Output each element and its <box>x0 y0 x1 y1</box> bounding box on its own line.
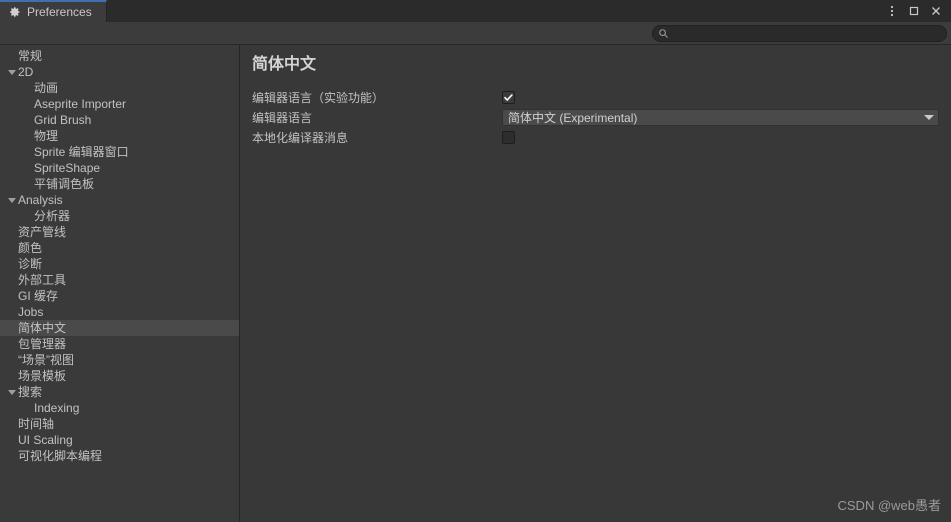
sidebar-item[interactable]: 时间轴 <box>0 416 239 432</box>
sidebar-item[interactable]: UI Scaling <box>0 432 239 448</box>
sidebar-item[interactable]: 可视化脚本编程 <box>0 448 239 464</box>
sidebar-item[interactable]: 包管理器 <box>0 336 239 352</box>
sidebar-item[interactable]: Indexing <box>0 400 239 416</box>
sidebar-item-label: 平铺调色板 <box>34 177 95 191</box>
sidebar-item-label: 简体中文 <box>18 321 67 335</box>
sidebar-item-label: Grid Brush <box>34 113 92 127</box>
tab-preferences[interactable]: Preferences <box>0 0 107 22</box>
sidebar-item-label: “场景”视图 <box>18 353 74 367</box>
sidebar-item[interactable]: SpriteShape <box>0 160 239 176</box>
chevron-down-icon[interactable] <box>7 64 17 80</box>
sidebar-item[interactable]: 外部工具 <box>0 272 239 288</box>
page-title: 简体中文 <box>252 56 317 73</box>
sidebar-item-label: 包管理器 <box>18 337 67 351</box>
sidebar-item[interactable]: 资产管线 <box>0 224 239 240</box>
sidebar-item[interactable]: 2D <box>0 64 239 80</box>
sidebar-item-label: 常规 <box>18 49 43 63</box>
sidebar-item[interactable]: “场景”视图 <box>0 352 239 368</box>
sidebar-item[interactable]: 场景模板 <box>0 368 239 384</box>
title-bar: Preferences <box>0 0 951 22</box>
search-input[interactable] <box>671 26 946 40</box>
chevron-down-icon <box>924 114 934 120</box>
search-icon <box>658 28 669 39</box>
sidebar-item[interactable]: 常规 <box>0 48 239 64</box>
sidebar-item-label: 场景模板 <box>18 369 67 383</box>
more-options-icon[interactable] <box>881 0 903 22</box>
sidebar-item-label: 时间轴 <box>18 417 55 431</box>
sidebar-item[interactable]: GI 缓存 <box>0 288 239 304</box>
sidebar-item-label: 搜索 <box>18 385 43 399</box>
toolbar <box>0 22 951 45</box>
checkbox[interactable] <box>502 130 515 144</box>
sidebar-item[interactable]: 动画 <box>0 80 239 96</box>
sidebar-item[interactable]: 简体中文 <box>0 320 239 336</box>
close-icon[interactable] <box>925 0 947 22</box>
dropdown-value: 简体中文 (Experimental) <box>508 110 638 125</box>
sidebar-item-label: UI Scaling <box>18 433 73 447</box>
preference-label: 编辑器语言 <box>252 110 313 125</box>
sidebar-item-label: Analysis <box>18 193 63 207</box>
gear-icon <box>9 6 21 18</box>
sidebar-item-label: 可视化脚本编程 <box>18 449 103 463</box>
sidebar-item-label: 外部工具 <box>18 273 67 287</box>
preference-row: 编辑器语言 简体中文 (Experimental) <box>252 107 939 127</box>
preference-field: 简体中文 (Experimental) <box>502 108 939 126</box>
sidebar-item-label: Aseprite Importer <box>34 97 127 111</box>
watermark: CSDN @web愚者 <box>837 498 942 513</box>
tab-label: Preferences <box>27 5 92 19</box>
sidebar-item[interactable]: 平铺调色板 <box>0 176 239 192</box>
preference-label: 编辑器语言（实验功能） <box>252 90 385 105</box>
sidebar-item-label: 分析器 <box>34 209 71 223</box>
sidebar-item[interactable]: Grid Brush <box>0 112 239 128</box>
preference-row: 编辑器语言（实验功能） <box>252 87 939 107</box>
sidebar-item-label: 诊断 <box>18 257 43 271</box>
sidebar-item-label: 物理 <box>34 129 59 143</box>
sidebar-item-label: 资产管线 <box>18 225 67 239</box>
sidebar-item[interactable]: 物理 <box>0 128 239 144</box>
sidebar-item[interactable]: Jobs <box>0 304 239 320</box>
window-buttons <box>881 0 951 22</box>
titlebar-spacer <box>107 0 881 22</box>
preferences-rows: 编辑器语言（实验功能） 编辑器语言 简体中文 (Experimental) 本地化编译… <box>252 87 939 147</box>
sidebar-item[interactable]: Sprite 编辑器窗口 <box>0 144 239 160</box>
sidebar-item-label: 2D <box>18 65 34 79</box>
sidebar-item-label: 动画 <box>34 81 59 95</box>
sidebar-item-label: SpriteShape <box>34 161 101 175</box>
sidebar-item-label: 颜色 <box>18 241 43 255</box>
preference-row: 本地化编译器消息 <box>252 127 939 147</box>
preferences-window: Preferences 常规 2D 动画 Aseprite Importer G… <box>0 0 951 522</box>
preference-field <box>502 90 939 104</box>
search-field[interactable] <box>652 24 947 42</box>
sidebar-item[interactable]: 诊断 <box>0 256 239 272</box>
sidebar-item-label: Jobs <box>18 305 44 319</box>
checkbox[interactable] <box>502 90 515 104</box>
sidebar-item-label: Indexing <box>34 401 80 415</box>
settings-panel: 简体中文 编辑器语言（实验功能） 编辑器语言 简体中文 (Experimental)… <box>240 45 951 522</box>
sidebar-item[interactable]: 颜色 <box>0 240 239 256</box>
sidebar-item[interactable]: 搜索 <box>0 384 239 400</box>
settings-tree[interactable]: 常规 2D 动画 Aseprite Importer Grid Brush 物理 Sprit… <box>0 45 240 522</box>
chevron-down-icon[interactable] <box>7 384 17 400</box>
sidebar-item-label: Sprite 编辑器窗口 <box>34 145 129 159</box>
preference-field <box>502 130 939 144</box>
sidebar-item[interactable]: Analysis <box>0 192 239 208</box>
check-icon <box>504 93 513 101</box>
maximize-icon[interactable] <box>903 0 925 22</box>
sidebar-item[interactable]: 分析器 <box>0 208 239 224</box>
window-body: 常规 2D 动画 Aseprite Importer Grid Brush 物理 Sprit… <box>0 45 951 522</box>
chevron-down-icon[interactable] <box>7 192 17 208</box>
language-dropdown[interactable]: 简体中文 (Experimental) <box>502 108 939 126</box>
preference-label: 本地化编译器消息 <box>252 130 349 145</box>
sidebar-item-label: GI 缓存 <box>18 289 59 303</box>
sidebar-item[interactable]: Aseprite Importer <box>0 96 239 112</box>
